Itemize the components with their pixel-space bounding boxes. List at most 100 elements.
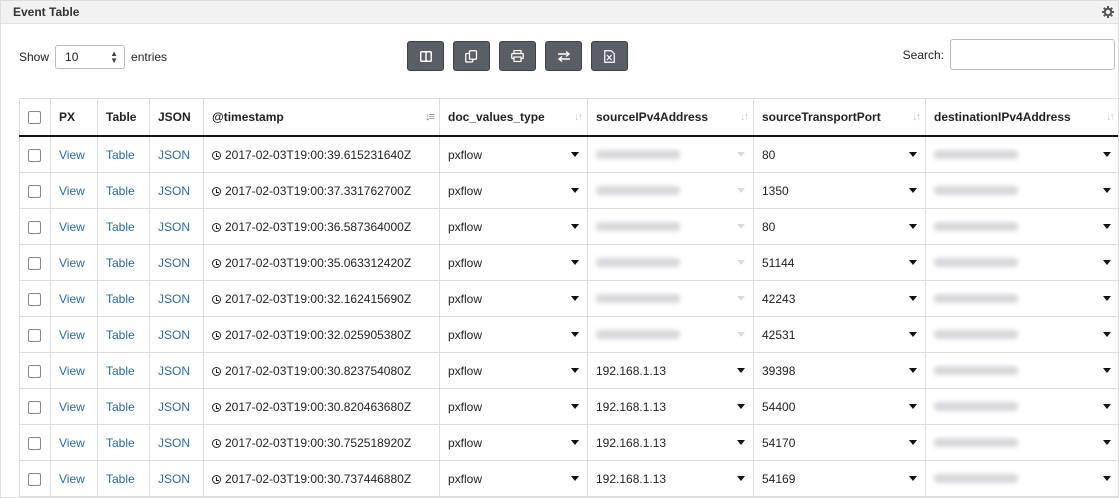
chevron-down-icon[interactable]: [737, 404, 745, 409]
chevron-down-icon[interactable]: [571, 296, 579, 301]
row-checkbox[interactable]: [28, 400, 41, 414]
view-link[interactable]: View: [59, 328, 85, 342]
table-link[interactable]: Table: [106, 328, 135, 342]
chevron-down-icon[interactable]: [737, 260, 745, 265]
chevron-down-icon[interactable]: [571, 332, 579, 337]
json-link[interactable]: JSON: [158, 292, 190, 306]
chevron-down-icon[interactable]: [737, 440, 745, 445]
row-checkbox[interactable]: [28, 328, 41, 342]
json-link[interactable]: JSON: [158, 148, 190, 162]
chevron-down-icon[interactable]: [571, 224, 579, 229]
copy-button[interactable]: [453, 41, 490, 71]
chevron-down-icon[interactable]: [909, 368, 917, 373]
row-checkbox[interactable]: [28, 292, 41, 306]
row-checkbox[interactable]: [28, 364, 41, 378]
chevron-down-icon[interactable]: [571, 440, 579, 445]
table-link[interactable]: Table: [106, 184, 135, 198]
chevron-down-icon[interactable]: [571, 152, 579, 157]
chevron-down-icon[interactable]: [909, 440, 917, 445]
gear-icon[interactable]: [1102, 6, 1114, 18]
row-checkbox[interactable]: [28, 220, 41, 234]
view-link[interactable]: View: [59, 184, 85, 198]
row-checkbox[interactable]: [28, 472, 41, 486]
table-link[interactable]: Table: [106, 472, 135, 486]
page-length-select[interactable]: 10 ▲ ▼: [55, 45, 126, 69]
table-link[interactable]: Table: [106, 256, 135, 270]
chevron-down-icon[interactable]: [1103, 476, 1111, 481]
view-link[interactable]: View: [59, 220, 85, 234]
view-link[interactable]: View: [59, 400, 85, 414]
chevron-down-icon[interactable]: [571, 368, 579, 373]
json-link[interactable]: JSON: [158, 328, 190, 342]
chevron-down-icon[interactable]: [737, 476, 745, 481]
chevron-down-icon[interactable]: [909, 296, 917, 301]
column-header-source-ipv4[interactable]: sourceIPv4Address ↓↑: [587, 98, 754, 137]
chevron-down-icon[interactable]: [909, 224, 917, 229]
chevron-down-icon[interactable]: [909, 260, 917, 265]
column-header-json[interactable]: JSON: [149, 98, 204, 137]
chevron-down-icon[interactable]: [909, 152, 917, 157]
view-link[interactable]: View: [59, 256, 85, 270]
table-link[interactable]: Table: [106, 292, 135, 306]
chevron-down-icon[interactable]: [1103, 332, 1111, 337]
view-link[interactable]: View: [59, 436, 85, 450]
json-link[interactable]: JSON: [158, 220, 190, 234]
chevron-down-icon[interactable]: [571, 404, 579, 409]
column-header-source-port[interactable]: sourceTransportPort ↓↑: [753, 98, 926, 137]
row-select-cell: [19, 388, 51, 425]
json-link[interactable]: JSON: [158, 472, 190, 486]
row-checkbox[interactable]: [28, 256, 41, 270]
json-link[interactable]: JSON: [158, 364, 190, 378]
table-link[interactable]: Table: [106, 400, 135, 414]
chevron-down-icon[interactable]: [909, 332, 917, 337]
column-visibility-button[interactable]: [407, 41, 444, 71]
source-ipv4-value: 192.168.1.13: [596, 435, 667, 450]
print-button[interactable]: [499, 41, 536, 71]
column-header-table[interactable]: Table: [97, 98, 150, 137]
view-link[interactable]: View: [59, 472, 85, 486]
column-header-px[interactable]: PX: [50, 98, 98, 137]
chevron-down-icon[interactable]: [1103, 440, 1111, 445]
select-all-checkbox[interactable]: [28, 111, 41, 125]
chevron-down-icon[interactable]: [1103, 188, 1111, 193]
column-header-doc-values-type[interactable]: doc_values_type ↓↑: [439, 98, 588, 137]
chevron-down-icon[interactable]: [1103, 368, 1111, 373]
chevron-down-icon[interactable]: [737, 152, 745, 157]
row-checkbox[interactable]: [28, 184, 41, 198]
chevron-down-icon[interactable]: [571, 260, 579, 265]
chevron-down-icon[interactable]: [1103, 404, 1111, 409]
chevron-down-icon[interactable]: [909, 188, 917, 193]
column-header-timestamp[interactable]: @timestamp ↓≡: [203, 98, 440, 137]
table-link[interactable]: Table: [106, 436, 135, 450]
row-checkbox[interactable]: [28, 148, 41, 162]
table-link[interactable]: Table: [106, 364, 135, 378]
excel-export-button[interactable]: [591, 41, 628, 71]
json-link[interactable]: JSON: [158, 184, 190, 198]
chevron-down-icon[interactable]: [1103, 152, 1111, 157]
json-link[interactable]: JSON: [158, 256, 190, 270]
chevron-down-icon[interactable]: [1103, 224, 1111, 229]
chevron-down-icon[interactable]: [909, 404, 917, 409]
column-header-destination-ipv4[interactable]: destinationIPv4Address ↓↑: [925, 98, 1118, 137]
search-input[interactable]: [950, 39, 1115, 70]
table-link[interactable]: Table: [106, 220, 135, 234]
chevron-down-icon[interactable]: [737, 224, 745, 229]
row-checkbox[interactable]: [28, 436, 41, 450]
chevron-down-icon[interactable]: [1103, 296, 1111, 301]
view-link[interactable]: View: [59, 364, 85, 378]
row-select-cell: [19, 316, 51, 353]
chevron-down-icon[interactable]: [909, 476, 917, 481]
chevron-down-icon[interactable]: [737, 368, 745, 373]
chevron-down-icon[interactable]: [737, 188, 745, 193]
chevron-down-icon[interactable]: [737, 296, 745, 301]
json-link[interactable]: JSON: [158, 400, 190, 414]
chevron-down-icon[interactable]: [737, 332, 745, 337]
chevron-down-icon[interactable]: [571, 188, 579, 193]
transpose-button[interactable]: [545, 41, 582, 71]
view-link[interactable]: View: [59, 148, 85, 162]
chevron-down-icon[interactable]: [571, 476, 579, 481]
json-link[interactable]: JSON: [158, 436, 190, 450]
table-link[interactable]: Table: [106, 148, 135, 162]
view-link[interactable]: View: [59, 292, 85, 306]
chevron-down-icon[interactable]: [1103, 260, 1111, 265]
